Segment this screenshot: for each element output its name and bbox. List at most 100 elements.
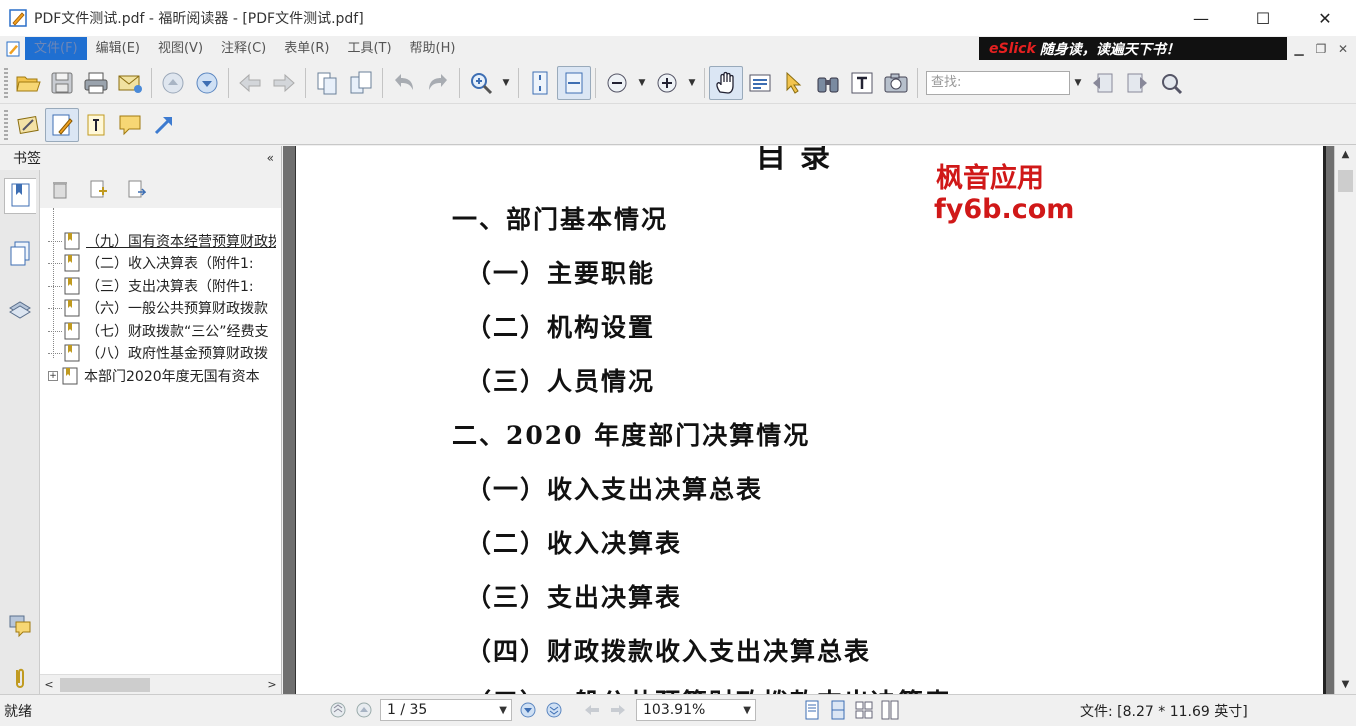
menu-view[interactable]: 视图(V) [149,37,212,60]
forward-arrow-icon [273,73,295,92]
extract-page-button[interactable] [344,66,378,100]
promo-banner[interactable]: eSlick 随身读，读遍天下书！ [979,37,1287,60]
scroll-thumb[interactable] [1338,170,1353,192]
scroll-left-icon[interactable]: < [40,678,58,691]
snapshot-button[interactable] [879,66,913,100]
bookmark-item[interactable]: （八）政府性基金预算财政拨 [48,342,276,364]
find-next-button[interactable] [1120,66,1154,100]
maximize-button[interactable]: ☐ [1232,0,1294,36]
next-page-nav-button[interactable] [518,700,538,720]
first-page-icon [330,702,346,718]
comment-tool-button[interactable] [113,108,147,142]
continuous-page-icon [831,700,845,720]
back-button[interactable] [233,66,267,100]
tab-comments[interactable] [4,608,36,644]
print-button[interactable] [79,66,113,100]
horizontal-scrollbar[interactable]: < > [40,674,281,694]
tab-bookmarks[interactable] [4,178,36,214]
page-number-field[interactable]: 1 / 35 ▼ [380,699,512,721]
zoom-in-button[interactable] [650,66,684,100]
email-button[interactable] [113,66,147,100]
save-button[interactable] [45,66,79,100]
fit-width-button[interactable] [557,65,591,100]
search-options-button[interactable] [1154,66,1188,100]
zoom-in-dropdown[interactable]: ▼ [684,66,700,100]
back-view-button[interactable] [582,700,602,720]
scroll-right-icon[interactable]: > [263,678,281,691]
menu-comment[interactable]: 注释(C) [212,37,275,60]
tab-layers[interactable] [4,290,36,326]
zoom-tool-button[interactable] [464,66,498,100]
add-bookmark-button[interactable] [86,177,110,201]
find-tool-button[interactable] [811,66,845,100]
zoom-field[interactable]: 103.91% ▼ [636,699,756,721]
fit-page-button[interactable] [523,66,557,100]
menu-tools[interactable]: 工具(T) [338,37,400,60]
undo-button[interactable] [387,66,421,100]
expand-toggle[interactable]: + [48,371,58,381]
toolbar-grip[interactable] [4,67,8,98]
typewriter-button[interactable] [845,66,879,100]
bookmark-item[interactable]: （七）财政拨款“三公”经费支 [48,320,276,342]
previous-page-nav-button[interactable] [354,700,374,720]
search-dropdown[interactable]: ▼ [1070,66,1086,100]
facing-view-button[interactable] [854,700,874,720]
continuous-view-button[interactable] [828,700,848,720]
select-text-button[interactable] [743,66,777,100]
bookmark-item[interactable]: （二）收入决算表（附件1: [48,252,276,274]
next-page-button[interactable] [190,66,224,100]
search-input[interactable]: 查找: [926,70,1070,95]
attachment-tool-button[interactable] [11,108,45,142]
redo-button[interactable] [421,66,455,100]
chevron-down-icon[interactable]: ▼ [499,705,511,716]
find-previous-button[interactable] [1086,66,1120,100]
zoom-out-dropdown[interactable]: ▼ [634,66,650,100]
minimize-button[interactable]: — [1170,0,1232,36]
hand-tool-button[interactable] [709,65,743,100]
document-icon[interactable] [5,41,21,57]
collapse-panel-button[interactable]: « [267,151,274,165]
bookmark-item[interactable]: （九）国有资本经营预算财政拨款 [48,230,276,252]
mdi-restore-button[interactable]: ❐ [1310,37,1332,60]
bookmark-properties-button[interactable] [124,177,148,201]
forward-view-button[interactable] [608,700,628,720]
arrow-tool-button[interactable] [147,108,181,142]
scroll-up-icon[interactable]: ▲ [1335,146,1356,164]
forward-button[interactable] [267,66,301,100]
text-tool-button[interactable] [79,108,113,142]
insert-page-icon [317,72,337,94]
previous-page-button[interactable] [156,66,190,100]
open-button[interactable] [11,66,45,100]
pdf-page[interactable]: 目录 一、部门基本情况 （一）主要职能 （二）机构设置 （三）人员情况 二、20… [295,146,1326,694]
bookmark-item[interactable]: （三）支出决算表（附件1: [48,275,276,297]
tab-pages[interactable] [4,236,36,272]
menu-edit[interactable]: 编辑(E) [87,37,149,60]
bookmark-item[interactable]: （六）一般公共预算财政拨款 [48,297,276,319]
menu-form[interactable]: 表单(R) [275,37,338,60]
last-page-button[interactable] [544,700,564,720]
mdi-minimize-button[interactable]: ▁ [1288,37,1310,60]
menu-help[interactable]: 帮助(H) [401,37,465,60]
select-annotation-button[interactable] [777,66,811,100]
menu-file[interactable]: 文件(F) [25,37,87,60]
bookmark-item[interactable]: + 本部门2020年度无国有资本 [48,365,274,387]
note-tool-button[interactable] [45,107,79,142]
delete-bookmark-button[interactable] [48,177,72,201]
insert-page-button[interactable] [310,66,344,100]
camera-icon [884,73,908,92]
continuous-facing-view-button[interactable] [880,700,900,720]
mdi-close-button[interactable]: ✕ [1332,37,1354,60]
zoom-out-button[interactable] [600,66,634,100]
scroll-down-icon[interactable]: ▼ [1335,676,1356,694]
tab-attachments[interactable] [4,660,36,696]
single-page-view-button[interactable] [802,700,822,720]
scroll-thumb[interactable] [60,677,150,692]
pages-icon [10,241,30,266]
toolbar-grip[interactable] [4,109,8,140]
toc-line: 一、部门基本情况 [452,205,669,234]
close-button[interactable]: ✕ [1294,0,1356,36]
zoom-tool-dropdown[interactable]: ▼ [498,66,514,100]
first-page-button[interactable] [328,700,348,720]
chevron-down-icon[interactable]: ▼ [743,705,755,716]
vertical-scrollbar[interactable]: ▲ ▼ [1334,146,1356,694]
